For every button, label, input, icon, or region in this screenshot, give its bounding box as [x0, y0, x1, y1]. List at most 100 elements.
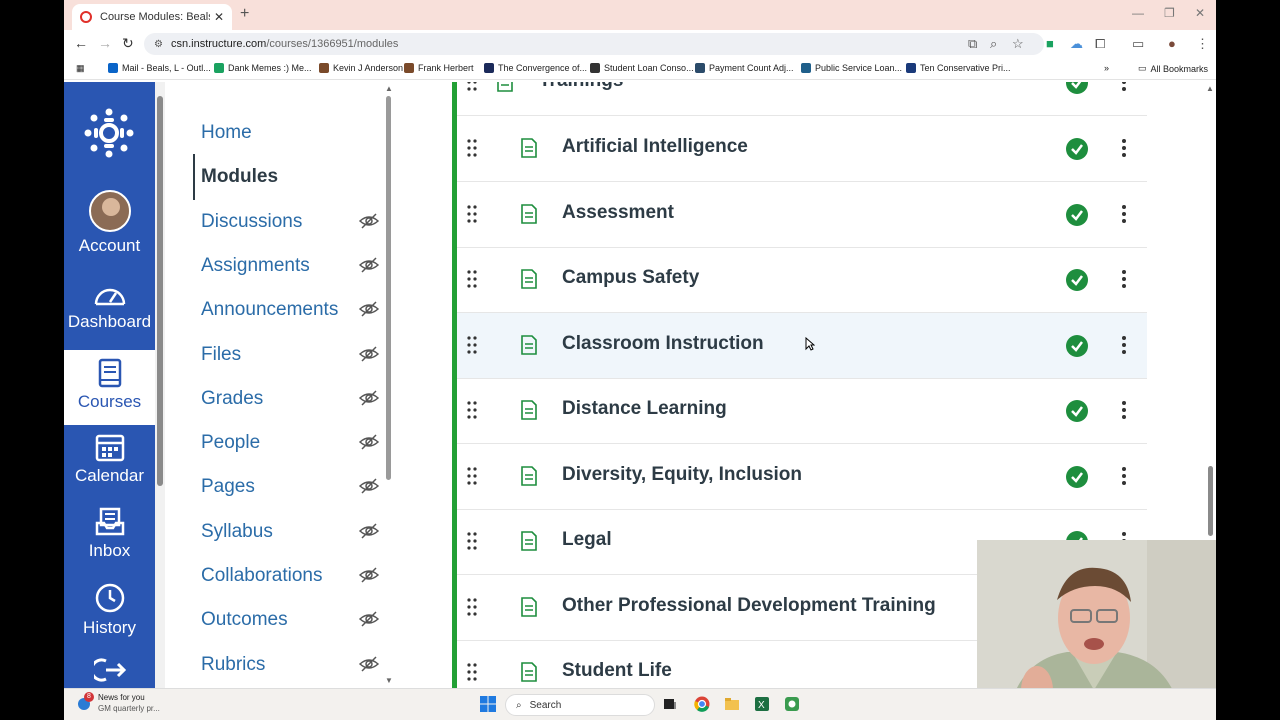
bookmark-item[interactable]: Ten Conservative Pri... — [906, 63, 1011, 73]
drag-handle-icon[interactable] — [467, 597, 477, 617]
scroll-up-icon[interactable]: ▲ — [385, 84, 393, 93]
all-bookmarks[interactable]: ▭ All Bookmarks — [1138, 63, 1208, 74]
module-item-row[interactable]: Distance Learning — [457, 378, 1147, 444]
course-nav-item-pages[interactable]: Pages — [201, 476, 391, 506]
global-nav-scrollbar[interactable] — [155, 82, 165, 688]
minimize-icon[interactable]: — — [1132, 6, 1144, 20]
drag-handle-icon[interactable] — [467, 82, 477, 92]
start-icon[interactable] — [480, 696, 496, 712]
drag-handle-icon[interactable] — [467, 204, 477, 224]
address-bar[interactable]: ⚙ csn.instructure.com/courses/1366951/mo… — [144, 33, 1044, 55]
site-info-icon[interactable]: ⚙ — [154, 39, 163, 50]
module-item-title[interactable]: Classroom Instruction — [562, 333, 764, 355]
more-options-icon[interactable] — [1121, 82, 1127, 92]
restore-icon[interactable]: ❐ — [1164, 6, 1175, 20]
course-nav-item-modules[interactable]: Modules — [201, 166, 391, 196]
module-item-row[interactable]: Diversity, Equity, Inclusion — [457, 444, 1147, 510]
global-nav-courses[interactable]: Courses — [64, 350, 155, 425]
course-nav-item-rubrics[interactable]: Rubrics — [201, 654, 391, 684]
apps-grid-icon[interactable]: ▦ — [76, 63, 85, 74]
extensions-puzzle-icon[interactable]: ⧠ — [1095, 36, 1105, 52]
published-check-icon[interactable] — [1066, 465, 1088, 488]
scroll-thumb[interactable] — [386, 96, 391, 480]
course-nav-item-people[interactable]: People — [201, 432, 391, 462]
module-header-title[interactable]: Trainings — [539, 82, 623, 92]
canvas-logo-icon[interactable] — [84, 108, 134, 158]
close-tab-icon[interactable]: ✕ — [214, 10, 224, 24]
global-nav-history[interactable]: History — [64, 582, 155, 656]
published-check-icon[interactable] — [1066, 334, 1088, 357]
drag-handle-icon[interactable] — [467, 269, 477, 289]
course-nav-item-files[interactable]: Files — [201, 344, 391, 374]
drag-handle-icon[interactable] — [467, 531, 477, 551]
module-item-title[interactable]: Assessment — [562, 202, 674, 224]
scroll-thumb[interactable] — [157, 96, 163, 486]
global-nav-calendar[interactable]: Calendar — [64, 432, 155, 506]
window-close-icon[interactable]: ✕ — [1195, 6, 1205, 20]
bookmark-item[interactable]: Frank Herbert — [404, 63, 474, 73]
course-nav-item-announcements[interactable]: Announcements — [201, 299, 391, 329]
extension-cloud-icon[interactable]: ☁ — [1070, 36, 1083, 52]
global-nav-account[interactable]: Account — [64, 190, 155, 264]
bookmark-item[interactable]: The Convergence of... — [484, 63, 587, 73]
module-item-row[interactable]: Assessment — [457, 182, 1147, 248]
more-options-icon[interactable] — [1121, 466, 1127, 486]
published-check-icon[interactable] — [1066, 203, 1088, 226]
module-item-title[interactable]: Legal — [562, 529, 612, 551]
module-item-row[interactable]: Classroom Instruction — [457, 312, 1147, 379]
global-nav-inbox[interactable]: Inbox — [64, 507, 155, 581]
module-header-row[interactable]: Trainings — [457, 82, 1147, 116]
more-options-icon[interactable] — [1121, 204, 1127, 224]
recorder-app-icon[interactable] — [784, 696, 800, 712]
drag-handle-icon[interactable] — [467, 138, 477, 158]
global-nav-dashboard[interactable]: Dashboard — [64, 282, 155, 356]
module-item-title[interactable]: Artificial Intelligence — [562, 136, 748, 158]
course-nav-item-grades[interactable]: Grades — [201, 388, 391, 418]
module-item-row[interactable]: Campus Safety — [457, 247, 1147, 313]
module-item-title[interactable]: Other Professional Development Training — [562, 595, 936, 617]
reload-icon[interactable]: ↻ — [122, 35, 134, 52]
task-view-icon[interactable] — [662, 696, 678, 712]
scroll-thumb[interactable] — [1208, 466, 1213, 536]
browser-menu-icon[interactable]: ⋮ — [1196, 36, 1209, 52]
published-check-icon[interactable] — [1066, 400, 1088, 422]
published-check-icon[interactable] — [1066, 82, 1088, 94]
course-nav-item-assignments[interactable]: Assignments — [201, 255, 391, 285]
global-nav-logout[interactable] — [64, 657, 155, 688]
course-nav-item-home[interactable]: Home — [201, 122, 391, 152]
module-item-title[interactable]: Diversity, Equity, Inclusion — [562, 464, 802, 486]
bookmark-item[interactable]: Payment Count Adj... — [695, 63, 794, 73]
more-options-icon[interactable] — [1121, 138, 1127, 158]
bookmark-star-icon[interactable]: ☆ — [1012, 36, 1024, 52]
course-nav-item-syllabus[interactable]: Syllabus — [201, 521, 391, 551]
more-options-icon[interactable] — [1121, 269, 1127, 289]
bookmark-item[interactable]: Public Service Loan... — [801, 63, 902, 73]
published-check-icon[interactable] — [1066, 138, 1088, 160]
drag-handle-icon[interactable] — [467, 662, 477, 682]
taskbar-search[interactable]: ⌕ Search — [505, 694, 655, 716]
drag-handle-icon[interactable] — [467, 466, 477, 486]
bookmark-item[interactable]: Kevin J Anderson — [319, 63, 403, 73]
new-tab-icon[interactable]: + — [240, 5, 249, 23]
chrome-icon[interactable] — [694, 696, 710, 712]
bookmark-item[interactable]: Dank Memes :) Me... — [214, 63, 312, 73]
install-app-icon[interactable]: ⧉ — [968, 36, 977, 52]
zoom-icon[interactable]: ⌕ — [990, 36, 997, 52]
extension-check-icon[interactable]: ■ — [1046, 36, 1054, 51]
more-options-icon[interactable] — [1121, 400, 1127, 420]
forward-icon[interactable]: → — [98, 35, 112, 51]
published-check-icon[interactable] — [1066, 269, 1088, 291]
scroll-down-icon[interactable]: ▼ — [385, 676, 393, 685]
course-nav-item-outcomes[interactable]: Outcomes — [201, 609, 391, 639]
course-nav-scrollbar[interactable]: ▲ ▼ — [384, 82, 394, 688]
more-bookmarks-icon[interactable]: » — [1104, 63, 1109, 73]
drag-handle-icon[interactable] — [467, 335, 477, 355]
module-item-row[interactable]: Artificial Intelligence — [457, 116, 1147, 182]
excel-icon[interactable]: X — [754, 696, 770, 712]
bookmark-item[interactable]: Mail - Beals, L - Outl... — [108, 63, 211, 73]
browser-tab[interactable]: Course Modules: Beals Tenure & ... ✕ — [72, 4, 232, 30]
more-options-icon[interactable] — [1121, 335, 1127, 355]
course-nav-item-collaborations[interactable]: Collaborations — [201, 565, 391, 595]
profile-avatar-icon[interactable]: ● — [1168, 36, 1176, 51]
module-item-title[interactable]: Distance Learning — [562, 398, 727, 420]
